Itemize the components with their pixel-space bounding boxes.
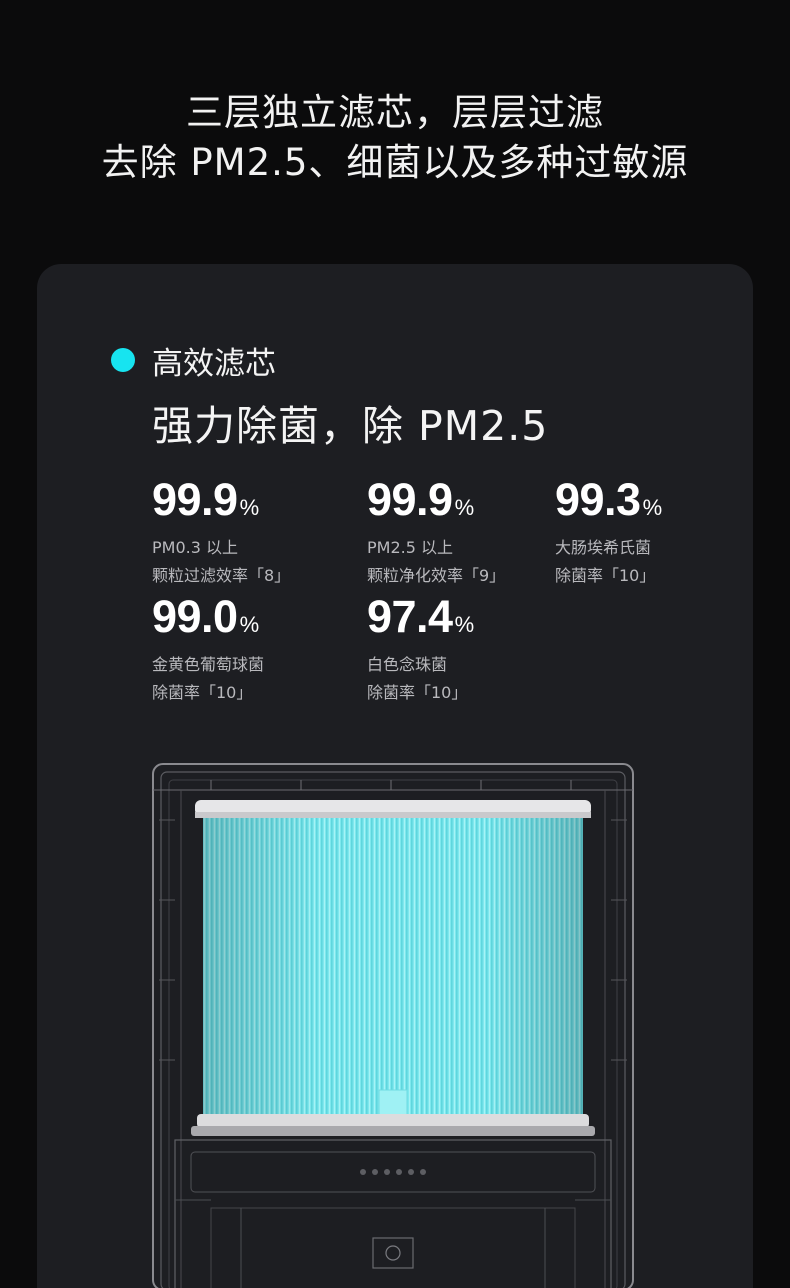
headline-line-1: 三层独立滤芯，层层过滤 xyxy=(186,91,604,134)
stat-value: 99.0 xyxy=(152,591,238,642)
stat-value: 97.4 xyxy=(367,591,453,642)
accent-dot-icon xyxy=(111,348,135,372)
filter-card: 高效滤芯 强力除菌，除 PM2.5 99.9% PM0.3 以上 颗粒过滤效率「… xyxy=(37,264,753,1288)
stat-desc: 除菌率「10」 xyxy=(367,683,468,702)
stat-item: 97.4% 白色念珠菌 除菌率「10」 xyxy=(367,593,474,705)
filter-label: 高效滤芯 xyxy=(152,346,276,382)
stat-desc: 颗粒过滤效率「8」 xyxy=(152,566,291,585)
stat-item: 99.9% PM2.5 以上 颗粒净化效率「9」 xyxy=(367,476,505,588)
air-purifier-filter-illustration xyxy=(152,763,634,1288)
stat-desc: 除菌率「10」 xyxy=(152,683,253,702)
stat-item: 99.0% 金黄色葡萄球菌 除菌率「10」 xyxy=(152,593,264,705)
filter-subtitle: 强力除菌，除 PM2.5 xyxy=(152,402,549,450)
stat-unit: % xyxy=(454,495,475,520)
stat-desc: 金黄色葡萄球菌 xyxy=(152,655,265,674)
headline: 三层独立滤芯，层层过滤 去除 PM2.5、细菌以及多种过敏源 xyxy=(0,88,790,188)
stat-desc: PM0.3 以上 xyxy=(152,538,238,557)
stat-desc: 大肠埃希氏菌 xyxy=(555,538,652,557)
stat-desc: PM2.5 以上 xyxy=(367,538,453,557)
stat-value: 99.9 xyxy=(152,474,238,525)
stat-unit: % xyxy=(454,612,475,637)
stat-unit: % xyxy=(239,495,260,520)
stat-item: 99.9% PM0.3 以上 颗粒过滤效率「8」 xyxy=(152,476,290,588)
stat-unit: % xyxy=(642,495,663,520)
headline-line-2: 去除 PM2.5、细菌以及多种过敏源 xyxy=(101,141,689,184)
stat-unit: % xyxy=(239,612,260,637)
stat-desc: 颗粒净化效率「9」 xyxy=(367,566,506,585)
stat-value: 99.9 xyxy=(367,474,453,525)
stat-desc: 除菌率「10」 xyxy=(555,566,656,585)
stat-item: 99.3% 大肠埃希氏菌 除菌率「10」 xyxy=(555,476,662,588)
stat-value: 99.3 xyxy=(555,474,641,525)
stat-desc: 白色念珠菌 xyxy=(367,655,448,674)
